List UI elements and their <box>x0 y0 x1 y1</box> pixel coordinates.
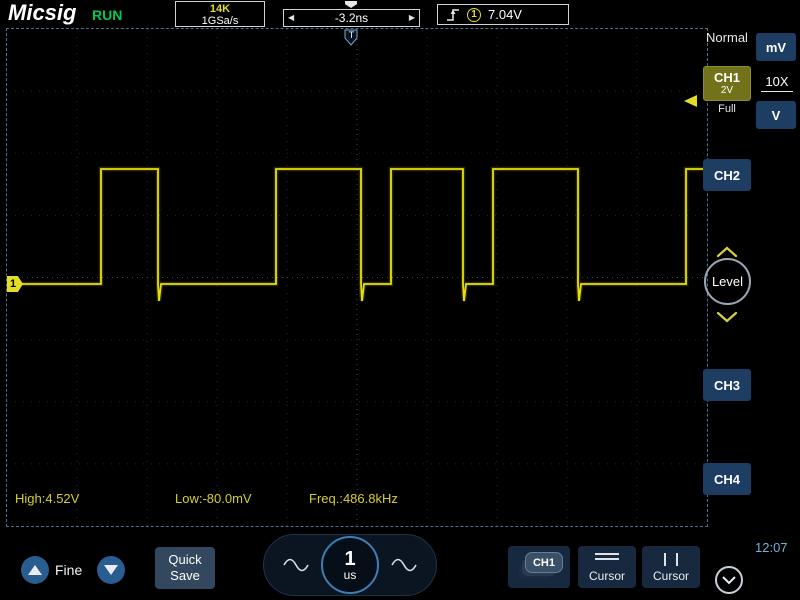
timebase-unit: us <box>343 567 357 582</box>
ch4-button[interactable]: CH4 <box>703 463 751 495</box>
ch1-button[interactable]: CH1 2V <box>703 66 751 101</box>
waveform-display[interactable]: T 1 High:4.52V Low:-80.0mV Freq.:486.8kH… <box>6 28 708 527</box>
measurement-low: Low:-80.0mV <box>175 491 252 506</box>
ch1-bandwidth-label: Full <box>718 103 736 115</box>
level-knob[interactable]: Level <box>704 258 751 305</box>
cursor-v-label: Cursor <box>652 569 689 583</box>
quick-save-line1: Quick <box>168 552 202 567</box>
trigger-info-box[interactable]: 1 7.04V <box>437 4 569 25</box>
up-triangle-icon <box>28 565 42 575</box>
level-up-chevron[interactable] <box>716 246 738 258</box>
memory-depth: 14K <box>209 3 231 15</box>
level-down-chevron[interactable] <box>716 311 738 323</box>
horizontal-cursor-button[interactable]: Cursor <box>578 546 636 588</box>
mv-button[interactable]: mV <box>756 33 796 61</box>
chevron-down-icon <box>722 576 736 585</box>
down-triangle-icon <box>104 565 118 575</box>
timebase-value: 1 <box>344 547 356 570</box>
quick-save-button[interactable]: Quick Save <box>155 547 215 589</box>
cursor-h-label: Cursor <box>588 569 625 583</box>
quick-save-line2: Save <box>170 568 200 583</box>
fine-label: Fine <box>55 562 83 578</box>
ch2-button[interactable]: CH2 <box>703 159 751 191</box>
oscilloscope-app: Micsig RUN 14K 1GSa/s ◀ -3.2ns ▶ 1 7.04V… <box>0 0 800 600</box>
clock: 12:07 <box>755 540 788 555</box>
trigger-position-indicator[interactable] <box>345 1 357 8</box>
acquisition-info-box[interactable]: 14K 1GSa/s <box>175 1 265 27</box>
channel-select-button[interactable]: CH1 <box>508 546 570 588</box>
vertical-cursor-button[interactable]: Cursor <box>642 546 700 588</box>
ch1-label: CH1 <box>713 70 740 85</box>
trigger-level-value: 7.04V <box>488 7 522 22</box>
sample-rate: 1GSa/s <box>201 15 239 27</box>
v-button[interactable]: V <box>756 101 796 129</box>
ch1-chip: CH1 <box>525 552 563 573</box>
run-status[interactable]: RUN <box>92 7 122 23</box>
vertical-cursor-icon <box>664 553 678 566</box>
sine-wave-right-icon[interactable] <box>391 557 417 573</box>
waveform-canvas[interactable] <box>7 29 707 526</box>
rising-edge-icon <box>447 9 459 21</box>
probe-attenuation-button[interactable]: 10X <box>761 74 793 92</box>
collapse-menu-button[interactable] <box>715 566 743 594</box>
micsig-logo: Micsig <box>8 0 77 25</box>
trigger-mode-label[interactable]: Normal <box>703 30 751 45</box>
ch3-button[interactable]: CH3 <box>703 369 751 401</box>
timebase-knob[interactable]: 1 us <box>321 536 379 594</box>
sine-wave-left-icon[interactable] <box>283 557 309 573</box>
arrow-left-icon[interactable]: ◀ <box>288 14 294 22</box>
adjust-up-button[interactable] <box>21 556 49 584</box>
trigger-time-marker[interactable]: T <box>344 29 359 46</box>
ch1-scale: 2V <box>720 85 734 96</box>
trigger-delay-box[interactable]: ◀ -3.2ns ▶ <box>283 9 420 27</box>
trigger-level-arrow[interactable] <box>684 95 697 107</box>
svg-text:T: T <box>349 30 355 40</box>
measurement-freq: Freq.:486.8kHz <box>309 491 398 506</box>
horizontal-cursor-icon <box>595 553 619 560</box>
adjust-down-button[interactable] <box>97 556 125 584</box>
trigger-delay-value: -3.2ns <box>334 11 369 25</box>
trigger-source-badge: 1 <box>467 7 481 22</box>
measurement-high: High:4.52V <box>15 491 80 506</box>
arrow-right-icon[interactable]: ▶ <box>409 14 415 22</box>
